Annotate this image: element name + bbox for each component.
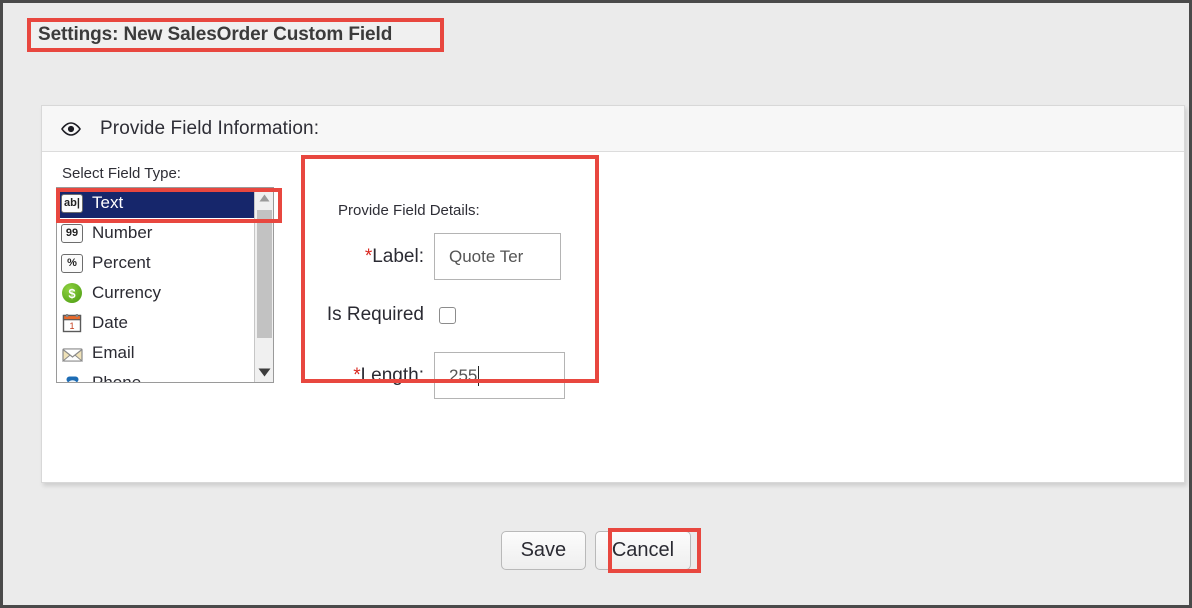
length-input-value: 255 bbox=[449, 365, 478, 385]
svg-text:1: 1 bbox=[69, 321, 74, 331]
currency-dollar-icon: $ bbox=[61, 283, 83, 304]
field-type-item-percent[interactable]: % Percent bbox=[57, 248, 273, 278]
footer-actions: Save Cancel bbox=[3, 531, 1189, 570]
field-details-panel: Provide Field Details: *Label: Quote Ter… bbox=[306, 202, 592, 415]
scroll-up-arrow-icon[interactable] bbox=[255, 188, 273, 207]
length-field-row: *Length: 255 bbox=[306, 352, 592, 399]
label-input[interactable]: Quote Ter bbox=[434, 233, 561, 280]
number-99-icon: 99 bbox=[61, 223, 83, 244]
text-cursor bbox=[478, 365, 480, 386]
field-type-item-label: Text bbox=[92, 193, 124, 212]
field-details-title: Provide Field Details: bbox=[338, 202, 480, 219]
is-required-row: Is Required bbox=[306, 304, 592, 326]
calendar-icon: 1 bbox=[61, 313, 83, 334]
field-type-list[interactable]: ab| Text 99 Number % Percent $ Currency … bbox=[56, 187, 274, 383]
field-type-list-scrollbar[interactable] bbox=[254, 188, 273, 382]
field-information-card: Provide Field Information: Select Field … bbox=[41, 105, 1185, 483]
card-body: Select Field Type: ab| Text 99 Number % … bbox=[42, 152, 1184, 482]
field-type-item-date[interactable]: 1 Date bbox=[57, 308, 273, 338]
text-abc-icon: ab| bbox=[61, 193, 83, 214]
select-field-type-label: Select Field Type: bbox=[62, 165, 181, 182]
card-header-title: Provide Field Information: bbox=[100, 117, 320, 139]
label-field-row: *Label: Quote Ter bbox=[306, 233, 592, 280]
page-title: Settings: New SalesOrder Custom Field bbox=[27, 18, 444, 52]
label-input-value: Quote Ter bbox=[449, 246, 524, 266]
percent-icon: % bbox=[61, 253, 83, 274]
cancel-button[interactable]: Cancel bbox=[594, 531, 692, 570]
field-type-item-label: Currency bbox=[92, 283, 161, 302]
page-title-container: Settings: New SalesOrder Custom Field bbox=[27, 18, 444, 52]
required-marker: * bbox=[353, 364, 361, 386]
field-type-item-label: Date bbox=[92, 313, 128, 332]
eye-icon bbox=[60, 121, 82, 136]
field-type-item-label: Percent bbox=[92, 253, 151, 272]
field-type-item-label: Phone bbox=[92, 373, 142, 383]
field-type-item-email[interactable]: Email bbox=[57, 338, 273, 368]
field-type-item-text[interactable]: ab| Text bbox=[57, 188, 273, 218]
length-input[interactable]: 255 bbox=[434, 352, 565, 399]
field-type-item-currency[interactable]: $ Currency bbox=[57, 278, 273, 308]
length-field-label: *Length: bbox=[353, 364, 424, 386]
label-field-label: *Label: bbox=[364, 245, 424, 267]
field-type-item-number[interactable]: 99 Number bbox=[57, 218, 273, 248]
scrollbar-thumb[interactable] bbox=[257, 210, 272, 338]
scroll-down-arrow-icon[interactable] bbox=[255, 363, 273, 382]
phone-icon bbox=[61, 373, 83, 382]
field-type-item-label: Email bbox=[92, 343, 135, 362]
envelope-icon bbox=[61, 343, 83, 364]
card-header: Provide Field Information: bbox=[42, 106, 1184, 152]
is-required-label: Is Required bbox=[326, 304, 424, 325]
is-required-checkbox[interactable] bbox=[439, 306, 456, 324]
field-type-item-label: Number bbox=[92, 223, 153, 242]
field-type-item-phone[interactable]: Phone bbox=[57, 368, 273, 383]
save-button[interactable]: Save bbox=[500, 531, 586, 570]
